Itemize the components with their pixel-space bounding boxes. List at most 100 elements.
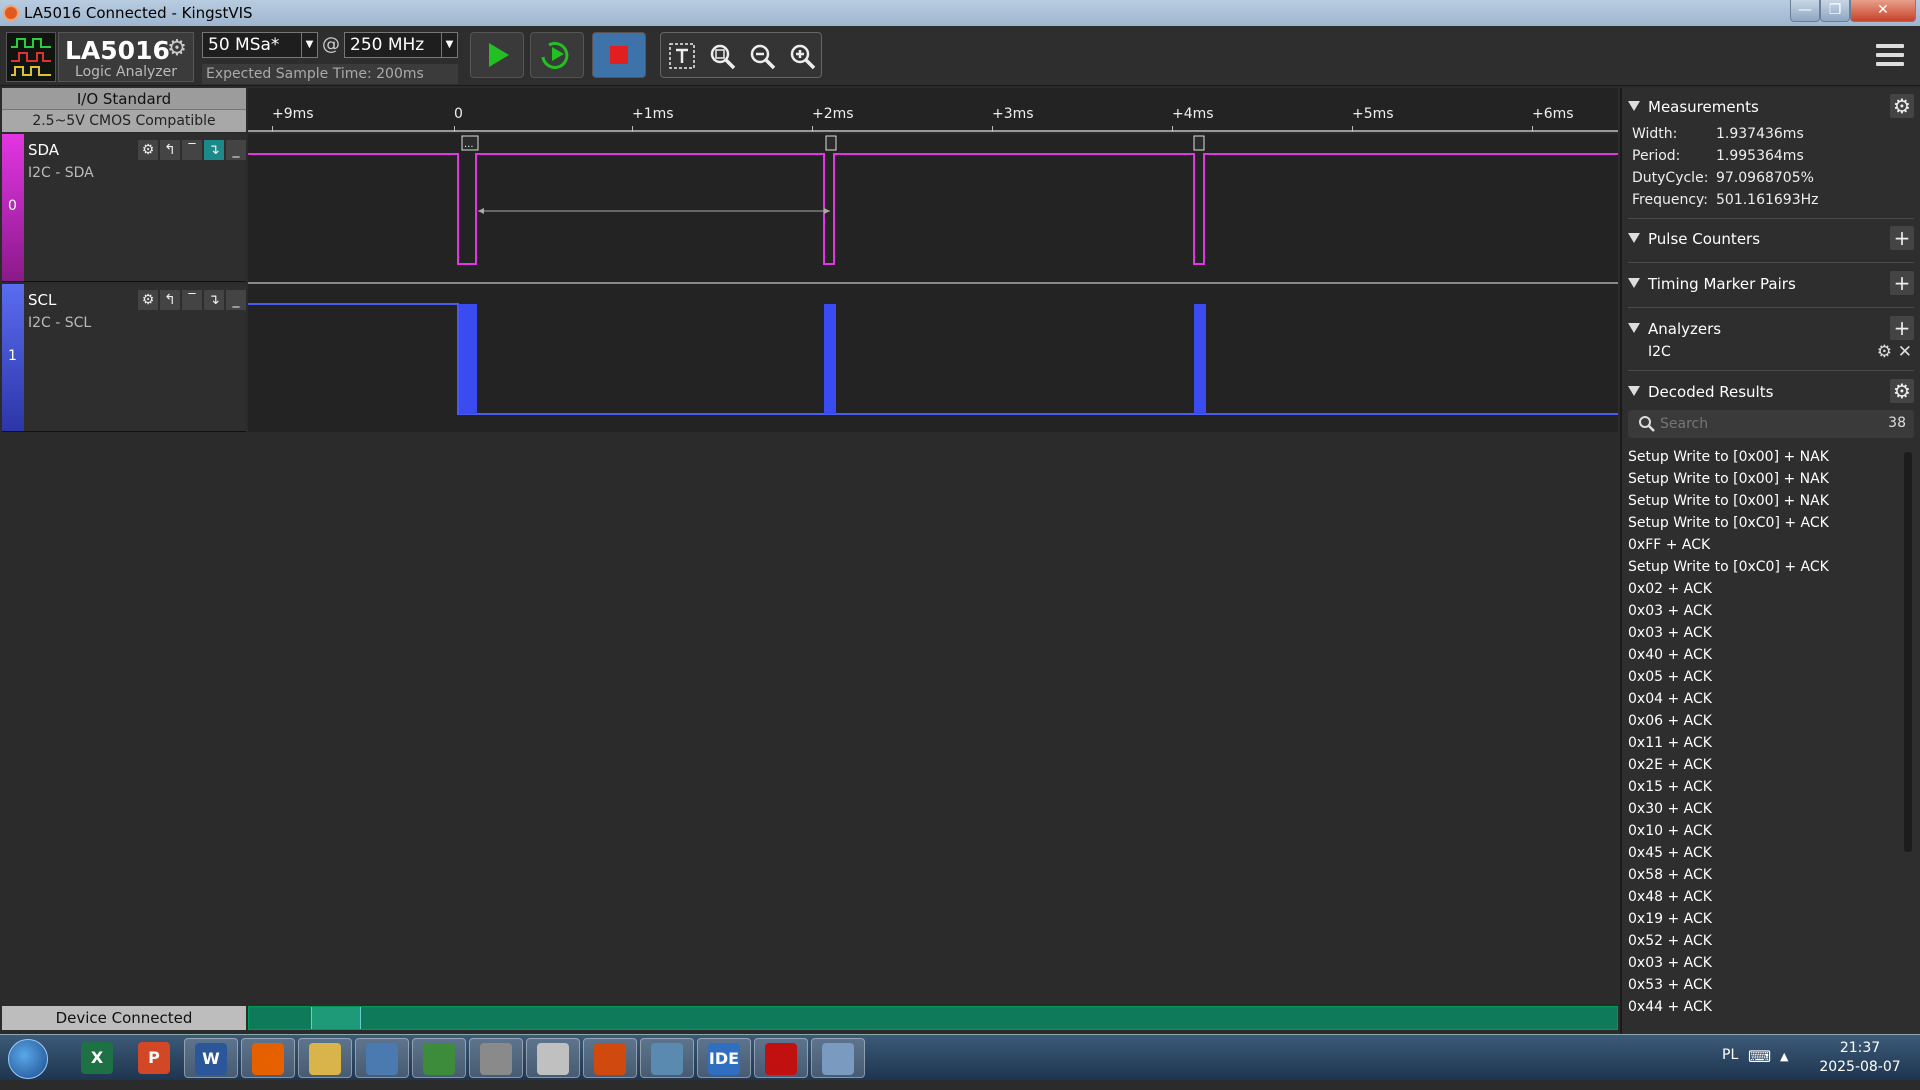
stop-capture-button[interactable] — [592, 32, 646, 78]
decoded-results-list[interactable]: Setup Write to [0x00] + NAK Setup Write t… — [1628, 446, 1902, 1034]
channel-header-sda[interactable]: 0 SDA I2C - SDA ⚙ ↰ ‾ ↴ _ — [2, 134, 246, 282]
ide-app-button[interactable]: IDE — [697, 1038, 751, 1078]
channel-settings-gear-icon[interactable]: ⚙ — [138, 290, 158, 310]
sample-rate-select[interactable]: 50 MSa* ▼ — [202, 32, 318, 58]
high-level-trigger-icon[interactable]: ‾ — [182, 290, 202, 310]
channel-settings-gear-icon[interactable]: ⚙ — [138, 140, 158, 160]
measurement-arrow-right — [824, 208, 830, 214]
channel-name[interactable]: SCL — [28, 291, 56, 309]
channel-header-scl[interactable]: 1 SCL I2C - SCL ⚙ ↰ ‾ ↴ _ — [2, 284, 246, 432]
add-analyzer-plus-icon[interactable]: + — [1890, 316, 1914, 340]
notepad-app-button[interactable] — [640, 1038, 694, 1078]
window-title: LA5016 Connected - KingstVIS — [24, 4, 253, 22]
decoded-settings-gear-icon[interactable]: ⚙ — [1890, 379, 1914, 403]
decoded-search-box[interactable]: 38 — [1628, 410, 1914, 438]
decoded-result-item[interactable]: 0x15 + ACK — [1628, 776, 1902, 798]
minimize-button[interactable]: — — [1790, 0, 1820, 22]
language-indicator[interactable]: PL — [1722, 1047, 1738, 1063]
maximize-button[interactable]: ❐ — [1820, 0, 1850, 22]
decoded-result-item[interactable]: Setup Write to [0x00] + NAK — [1628, 490, 1902, 512]
decoded-result-item[interactable]: 0x03 + ACK — [1628, 952, 1902, 974]
decoded-result-item[interactable]: 0x05 + ACK — [1628, 666, 1902, 688]
zoom-fit-icon[interactable] — [707, 41, 737, 71]
decoded-result-item[interactable]: 0x44 + ACK — [1628, 996, 1902, 1018]
overview-view-window[interactable] — [311, 1007, 361, 1029]
analyzers-header[interactable]: Analyzers + — [1628, 316, 1914, 340]
decoded-result-item[interactable]: 0xFF + ACK — [1628, 534, 1902, 556]
analyzer-settings-gear-icon[interactable]: ⚙ — [1877, 342, 1892, 362]
decoded-search-input[interactable] — [1660, 414, 1860, 434]
pulse-counters-header[interactable]: Pulse Counters + — [1628, 226, 1914, 250]
close-window-button[interactable]: ✕ — [1850, 0, 1916, 22]
sample-depth-select[interactable]: 250 MHz ▼ — [344, 32, 458, 58]
excel-app-button[interactable]: X — [70, 1038, 124, 1078]
analyzer-item-i2c[interactable]: I2C ⚙ ✕ — [1648, 342, 1914, 362]
rising-edge-trigger-icon[interactable]: ↰ — [160, 140, 180, 160]
channel-name[interactable]: SDA — [28, 141, 59, 159]
firefox-app-button[interactable] — [241, 1038, 295, 1078]
decoded-result-item[interactable]: 0x53 + ACK — [1628, 974, 1902, 996]
time-ruler[interactable]: +9ms 0 +1ms +2ms +3ms +4ms +5ms +6ms — [248, 88, 1618, 132]
pdf-reader-app-button[interactable] — [754, 1038, 808, 1078]
io-standard-selector[interactable]: I/O Standard 2.5~5V CMOS Compatible — [2, 88, 246, 132]
paint-app-button[interactable] — [811, 1038, 865, 1078]
decoded-result-item[interactable]: 0x03 + ACK — [1628, 622, 1902, 644]
add-marker-pair-plus-icon[interactable]: + — [1890, 271, 1914, 295]
decoded-result-item[interactable]: 0x52 + ACK — [1628, 930, 1902, 952]
decoded-result-item[interactable]: 0x19 + ACK — [1628, 908, 1902, 930]
decoded-result-item[interactable]: 0x48 + ACK — [1628, 886, 1902, 908]
decoded-result-item[interactable]: 0x2E + ACK — [1628, 754, 1902, 776]
zoom-out-icon[interactable] — [747, 41, 777, 71]
time-tick: +6ms — [1532, 106, 1574, 132]
timing-marker-pairs-header[interactable]: Timing Marker Pairs + — [1628, 271, 1914, 295]
word-app-button[interactable]: W — [184, 1038, 238, 1078]
measurements-header[interactable]: Measurements ⚙ — [1628, 94, 1914, 118]
rising-edge-trigger-icon[interactable]: ↰ — [160, 290, 180, 310]
kingstvis-app-button[interactable] — [583, 1038, 637, 1078]
decoded-results-header[interactable]: Decoded Results ⚙ — [1628, 379, 1914, 403]
windows-start-button[interactable] — [8, 1039, 48, 1079]
decoded-result-item[interactable]: Setup Write to [0xC0] + ACK — [1628, 556, 1902, 578]
file-explorer-app-button[interactable] — [298, 1038, 352, 1078]
falling-edge-trigger-icon[interactable]: ↴ — [204, 290, 224, 310]
decoded-result-item[interactable]: 0x58 + ACK — [1628, 864, 1902, 886]
decoded-result-item[interactable]: Setup Write to [0x00] + NAK — [1628, 468, 1902, 490]
zoom-in-icon[interactable] — [787, 41, 817, 71]
measurements-settings-gear-icon[interactable]: ⚙ — [1890, 94, 1914, 118]
decoded-result-item[interactable]: 0x40 + ACK — [1628, 644, 1902, 666]
decoded-result-item[interactable]: 0x45 + ACK — [1628, 842, 1902, 864]
photo-viewer-app-button[interactable] — [355, 1038, 409, 1078]
measurement-frequency: Frequency: 501.161693Hz — [1632, 192, 1819, 208]
device-selector[interactable]: LA5016 ⚙ Logic Analyzer — [58, 32, 194, 82]
hamburger-menu-icon[interactable] — [1876, 44, 1904, 70]
capture-overview-bar[interactable] — [248, 1006, 1618, 1030]
decoded-result-item[interactable]: Setup Write to [0xC0] + ACK — [1628, 512, 1902, 534]
measurement-period: Period: 1.995364ms — [1632, 148, 1804, 164]
network-app-button[interactable] — [412, 1038, 466, 1078]
decoded-result-item[interactable]: 0x03 + ACK — [1628, 600, 1902, 622]
decoded-result-item[interactable]: 0x10 + ACK — [1628, 820, 1902, 842]
add-pulse-counter-plus-icon[interactable]: + — [1890, 226, 1914, 250]
device-settings-gear-icon[interactable]: ⚙ — [165, 37, 189, 61]
decoded-result-item[interactable]: 0x04 + ACK — [1628, 688, 1902, 710]
system-clock[interactable]: 21:37 2025-08-07 — [1810, 1039, 1910, 1077]
decoded-result-item[interactable]: 0x06 + ACK — [1628, 710, 1902, 732]
decoded-result-item[interactable]: 0x11 + ACK — [1628, 732, 1902, 754]
start-capture-button[interactable] — [470, 32, 524, 78]
low-level-trigger-icon[interactable]: _ — [226, 140, 246, 160]
decoded-result-item[interactable]: Setup Write to [0x00] + NAK — [1628, 446, 1902, 468]
decoded-result-item[interactable]: 0x02 + ACK — [1628, 578, 1902, 600]
text-annotation-icon[interactable] — [667, 41, 697, 71]
high-level-trigger-icon[interactable]: ‾ — [182, 140, 202, 160]
low-level-trigger-icon[interactable]: _ — [226, 290, 246, 310]
decoded-result-item[interactable]: 0x30 + ACK — [1628, 798, 1902, 820]
show-hidden-icons-chevron-up-icon[interactable]: ▲ — [1780, 1050, 1788, 1063]
results-scrollbar[interactable] — [1904, 452, 1912, 852]
repeat-capture-button[interactable] — [530, 32, 584, 78]
snipping-tool-app-button[interactable] — [526, 1038, 580, 1078]
keyboard-icon[interactable]: ⌨ — [1748, 1047, 1771, 1066]
remove-analyzer-close-icon[interactable]: ✕ — [1898, 342, 1912, 362]
calculator-app-button[interactable] — [469, 1038, 523, 1078]
powerpoint-app-button[interactable]: P — [127, 1038, 181, 1078]
falling-edge-trigger-icon[interactable]: ↴ — [204, 140, 224, 160]
